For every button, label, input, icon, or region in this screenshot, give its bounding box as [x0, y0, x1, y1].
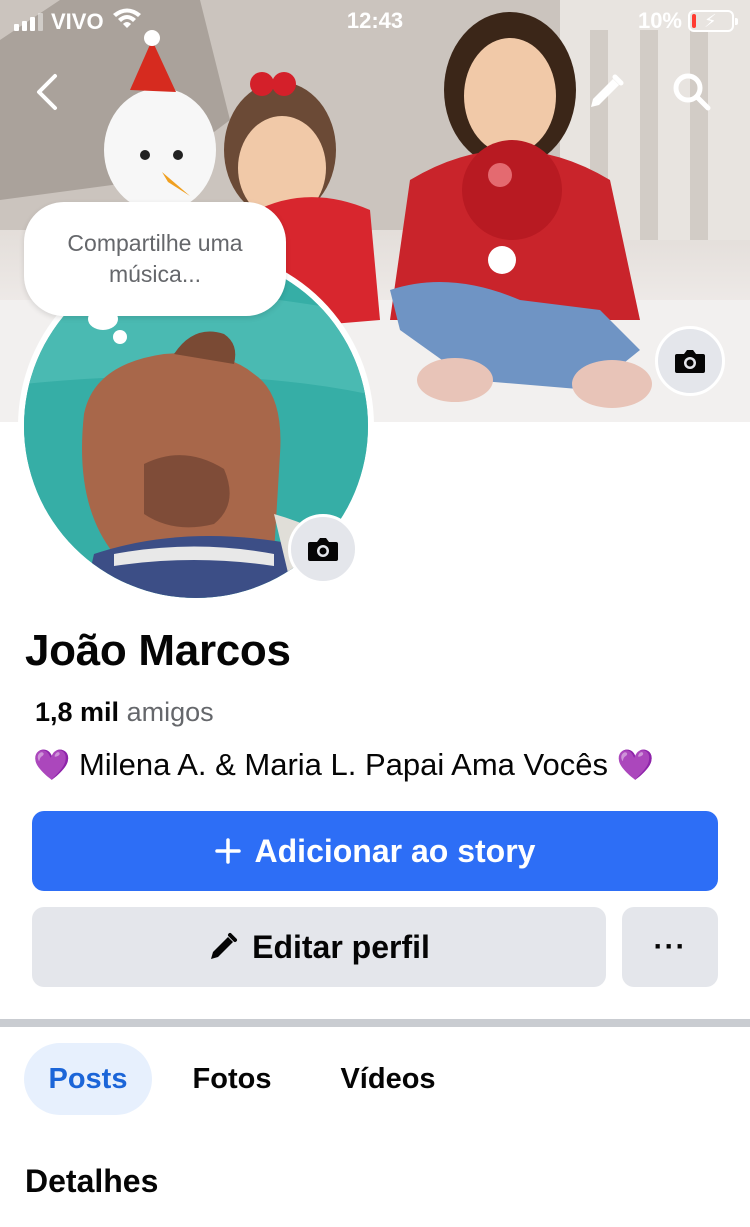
friends-count[interactable]: 1,8 mil amigos [35, 697, 214, 728]
friends-count-label: amigos [126, 697, 214, 727]
change-profile-picture-button[interactable] [288, 514, 358, 584]
tab-videos-label: Vídeos [340, 1062, 436, 1095]
edit-profile-label: Editar perfil [252, 928, 430, 965]
add-to-story-button[interactable]: Adicionar ao story [32, 811, 718, 891]
add-to-story-label: Adicionar ao story [254, 832, 536, 869]
more-options-button[interactable]: ··· [622, 907, 718, 987]
camera-icon [675, 350, 705, 373]
share-music-bubble[interactable]: Compartilhe uma música... [24, 202, 286, 316]
tab-posts-label: Posts [48, 1062, 128, 1095]
tab-fotos[interactable]: Fotos [170, 1043, 294, 1115]
profile-bio: 💜 Milena A. & Maria L. Papai Ama Vocês 💜 [33, 747, 654, 783]
battery-icon: ⚡ [688, 10, 738, 32]
change-cover-photo-button[interactable] [655, 326, 725, 396]
friends-count-value: 1,8 mil [35, 697, 120, 727]
plus-icon [214, 838, 241, 864]
chevron-left-icon [37, 74, 57, 110]
pencil-icon [591, 74, 624, 107]
bubble-tail-dot [88, 308, 118, 330]
purple-heart-icon: 💜 [33, 749, 71, 782]
status-bar: VIVO 12:43 10% ⚡ [0, 0, 750, 44]
battery-percent: 10% [637, 8, 682, 33]
share-music-text: Compartilhe uma música... [67, 230, 243, 287]
bio-text: Milena A. & Maria L. Papai Ama Vocês [78, 747, 608, 782]
tab-posts[interactable]: Posts [24, 1043, 152, 1115]
profile-name: João Marcos [25, 626, 291, 675]
status-right: 10% ⚡ [637, 8, 738, 34]
battery-level [692, 14, 696, 28]
details-heading: Detalhes [25, 1163, 159, 1199]
more-options-icon: ··· [653, 930, 687, 963]
pencil-icon [211, 933, 238, 959]
tab-fotos-label: Fotos [192, 1062, 272, 1095]
bubble-tail-dot-small [113, 330, 127, 344]
search-button[interactable] [664, 64, 720, 120]
purple-heart-icon: 💜 [616, 749, 654, 782]
charging-bolt-icon: ⚡ [704, 11, 717, 31]
back-button[interactable] [18, 64, 74, 120]
camera-icon [308, 538, 338, 561]
edit-profile-button[interactable]: Editar perfil [32, 907, 606, 987]
search-icon [673, 73, 711, 111]
edit-cover-button[interactable] [578, 64, 634, 120]
tab-videos[interactable]: Vídeos [318, 1043, 458, 1115]
section-divider [0, 1019, 750, 1027]
